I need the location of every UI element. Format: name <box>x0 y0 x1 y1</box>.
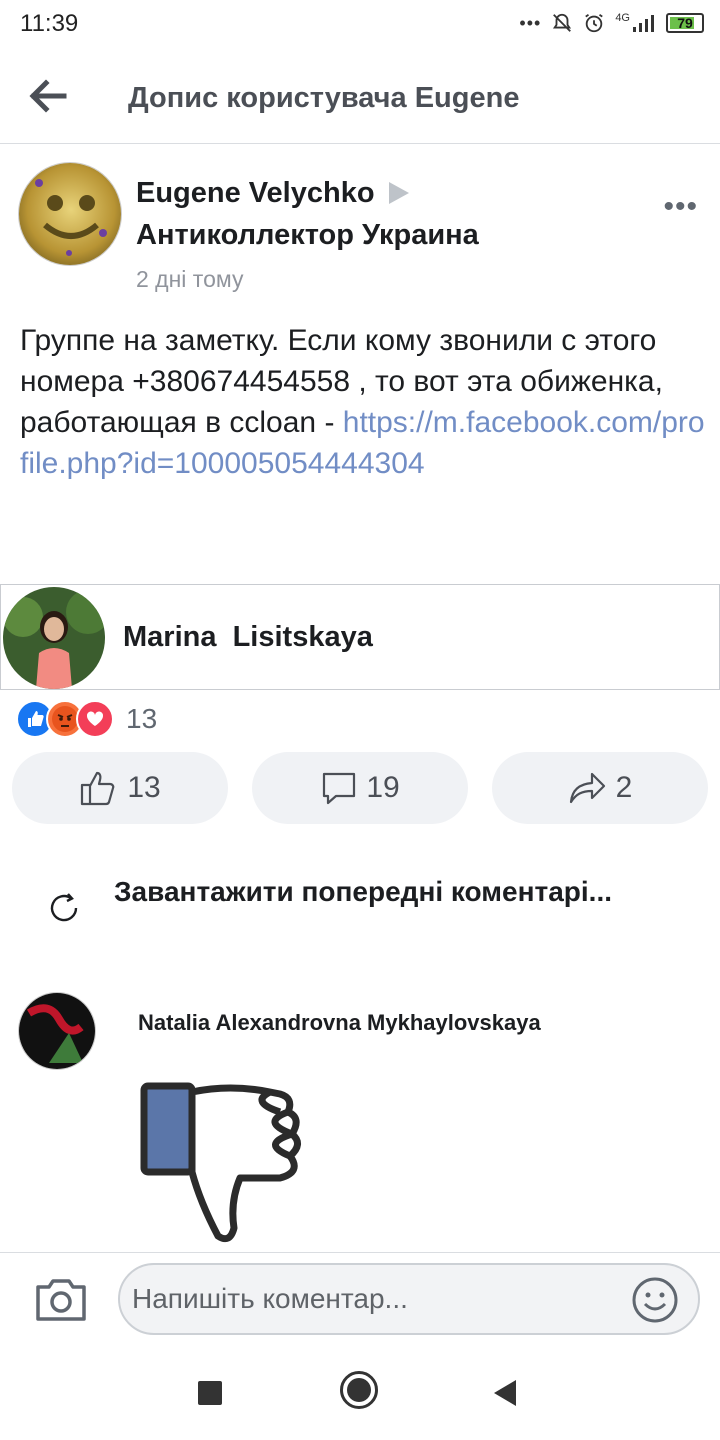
love-reaction-icon <box>76 700 114 738</box>
bell-off-icon <box>553 13 572 32</box>
emoji-icon[interactable] <box>630 1275 680 1325</box>
group-name[interactable]: Антиколлектор Украина <box>136 219 479 251</box>
status-bar: 11:39 ••• 4G 79 <box>0 0 720 50</box>
system-nav-bar <box>0 1344 720 1440</box>
share-icon <box>569 772 605 804</box>
reaction-count: 13 <box>126 703 158 734</box>
thumbs-up-icon <box>81 771 115 806</box>
recents-icon[interactable] <box>198 1381 222 1405</box>
comment-author[interactable]: Natalia Alexandrovna Mykhaylovskaya <box>138 1010 541 1036</box>
status-time: 11:39 <box>20 10 79 37</box>
more-icon[interactable]: ••• <box>663 190 698 224</box>
action-row: 13 19 2 <box>0 752 720 824</box>
comment-count: 19 <box>366 771 400 804</box>
like-button[interactable]: 13 <box>12 752 228 824</box>
load-previous-label: Завантажити попередні коментарі... <box>114 876 612 907</box>
top-nav: Допис користувача Eugene <box>0 50 720 144</box>
battery-icon: 79 <box>666 13 704 33</box>
alarm-icon <box>585 13 604 33</box>
arrow-right-icon <box>388 182 409 204</box>
camera-icon[interactable] <box>34 1275 88 1323</box>
comment-composer <box>0 1252 720 1344</box>
share-count: 2 <box>615 771 633 804</box>
author-avatar[interactable] <box>18 162 122 266</box>
tagged-profile-card[interactable]: Marina Lisitskaya <box>0 584 720 690</box>
back-arrow-icon <box>29 79 67 113</box>
post-body: Группе на заметку. Если кому звонили с э… <box>20 320 710 484</box>
load-previous-comments[interactable]: Завантажити попередні коментарі... <box>0 860 720 960</box>
refresh-icon <box>50 893 78 922</box>
profile-name: Marina Lisitskaya <box>123 621 373 653</box>
thumbs-down-icon <box>140 1082 301 1243</box>
post-author: Eugene Velychko Антиколлектор Украина <box>136 172 479 256</box>
page-title: Допис користувача Eugene <box>128 82 520 114</box>
commenter-avatar[interactable] <box>18 992 96 1070</box>
reactions-summary[interactable]: 13 <box>16 700 157 738</box>
like-count: 13 <box>127 771 161 804</box>
comment-button[interactable]: 19 <box>252 752 468 824</box>
post-timestamp[interactable]: 2 дні тому <box>136 266 243 293</box>
home-icon[interactable] <box>340 1371 378 1409</box>
author-name[interactable]: Eugene Velychko <box>136 177 375 209</box>
network-label: 4G <box>615 12 630 24</box>
comment-input[interactable] <box>118 1263 700 1335</box>
comment-icon <box>323 772 356 805</box>
profile-avatar <box>3 587 105 689</box>
signal-icon <box>633 15 654 32</box>
status-icons: ••• 4G 79 <box>519 12 704 34</box>
back-icon[interactable] <box>494 1380 516 1406</box>
share-button[interactable]: 2 <box>492 752 708 824</box>
back-button[interactable] <box>26 76 70 116</box>
battery-level: 79 <box>677 15 693 31</box>
more-dots-icon: ••• <box>519 12 542 33</box>
